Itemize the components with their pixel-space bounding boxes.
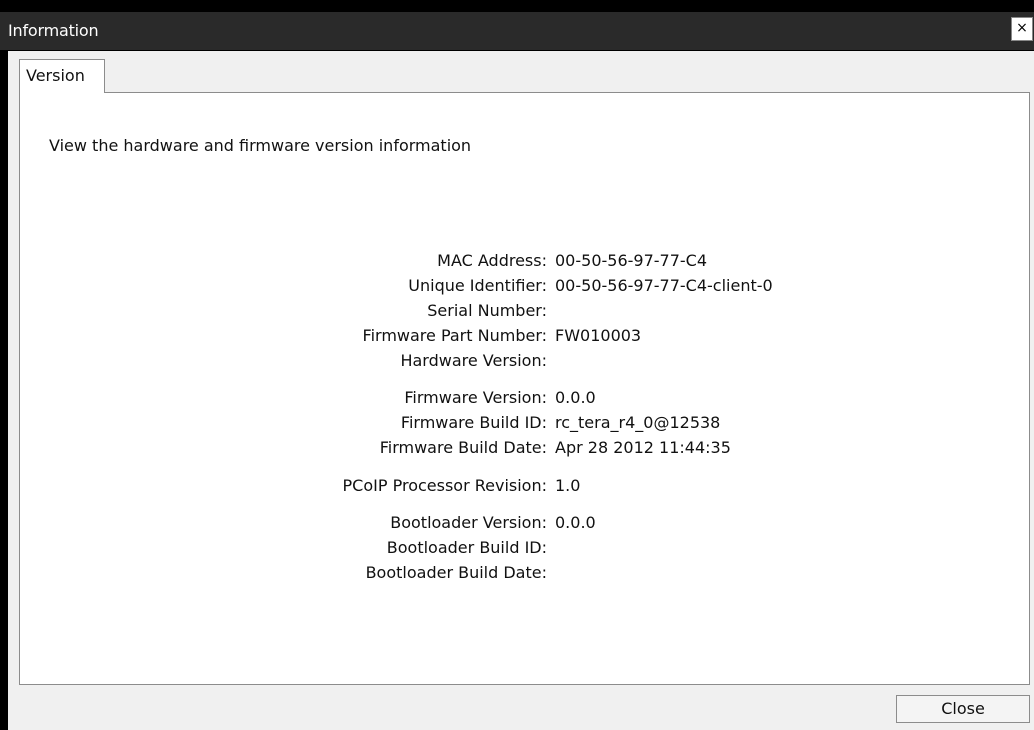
field-value: 0.0.0: [555, 513, 596, 532]
info-row-firmware-build-id: Firmware Build ID: rc_tera_r4_0@12538: [20, 413, 1031, 435]
field-label: Bootloader Version:: [390, 513, 547, 532]
dialog-body: Version View the hardware and firmware v…: [8, 51, 1034, 730]
field-value: 00-50-56-97-77-C4: [555, 251, 708, 270]
info-row-unique-identifier: Unique Identifier: 00-50-56-97-77-C4-cli…: [20, 276, 1031, 298]
panel-description: View the hardware and firmware version i…: [49, 136, 472, 155]
info-row-bootloader-version: Bootloader Version: 0.0.0: [20, 513, 1031, 535]
close-button[interactable]: Close: [896, 695, 1030, 723]
field-label: Firmware Build Date:: [379, 438, 547, 457]
version-panel: View the hardware and firmware version i…: [19, 92, 1030, 685]
info-row-bootloader-build-date: Bootloader Build Date:: [20, 563, 1031, 585]
field-value: FW010003: [555, 326, 642, 345]
field-label: Unique Identifier:: [408, 276, 547, 295]
info-row-firmware-build-date: Firmware Build Date: Apr 28 2012 11:44:3…: [20, 438, 1031, 460]
field-label: Firmware Build ID:: [400, 413, 547, 432]
field-label: Firmware Part Number:: [362, 326, 547, 345]
title-bar: Information: [0, 12, 1034, 51]
info-row-firmware-part-number: Firmware Part Number: FW010003: [20, 326, 1031, 348]
field-label: MAC Address:: [437, 251, 547, 270]
field-label: Serial Number:: [427, 301, 547, 320]
tab-version[interactable]: Version: [19, 59, 105, 93]
information-dialog: Information × Version View the hardware …: [0, 0, 1034, 730]
field-value: 1.0: [555, 476, 581, 495]
field-value: 00-50-56-97-77-C4-client-0: [555, 276, 773, 295]
window-title: Information: [8, 21, 99, 40]
close-icon[interactable]: ×: [1011, 17, 1033, 41]
info-row-serial-number: Serial Number:: [20, 301, 1031, 323]
field-label: Hardware Version:: [400, 351, 547, 370]
field-value: Apr 28 2012 11:44:35: [555, 438, 731, 457]
field-value: 0.0.0: [555, 388, 596, 407]
info-row-mac-address: MAC Address: 00-50-56-97-77-C4: [20, 251, 1031, 273]
field-label: Bootloader Build Date:: [365, 563, 547, 582]
info-row-hardware-version: Hardware Version:: [20, 351, 1031, 373]
field-label: Bootloader Build ID:: [386, 538, 547, 557]
field-label: Firmware Version:: [404, 388, 547, 407]
field-value: rc_tera_r4_0@12538: [555, 413, 721, 432]
info-row-bootloader-build-id: Bootloader Build ID:: [20, 538, 1031, 560]
info-row-firmware-version: Firmware Version: 0.0.0: [20, 388, 1031, 410]
info-row-pcoip-processor-revision: PCoIP Processor Revision: 1.0: [20, 476, 1031, 498]
field-label: PCoIP Processor Revision:: [342, 476, 547, 495]
